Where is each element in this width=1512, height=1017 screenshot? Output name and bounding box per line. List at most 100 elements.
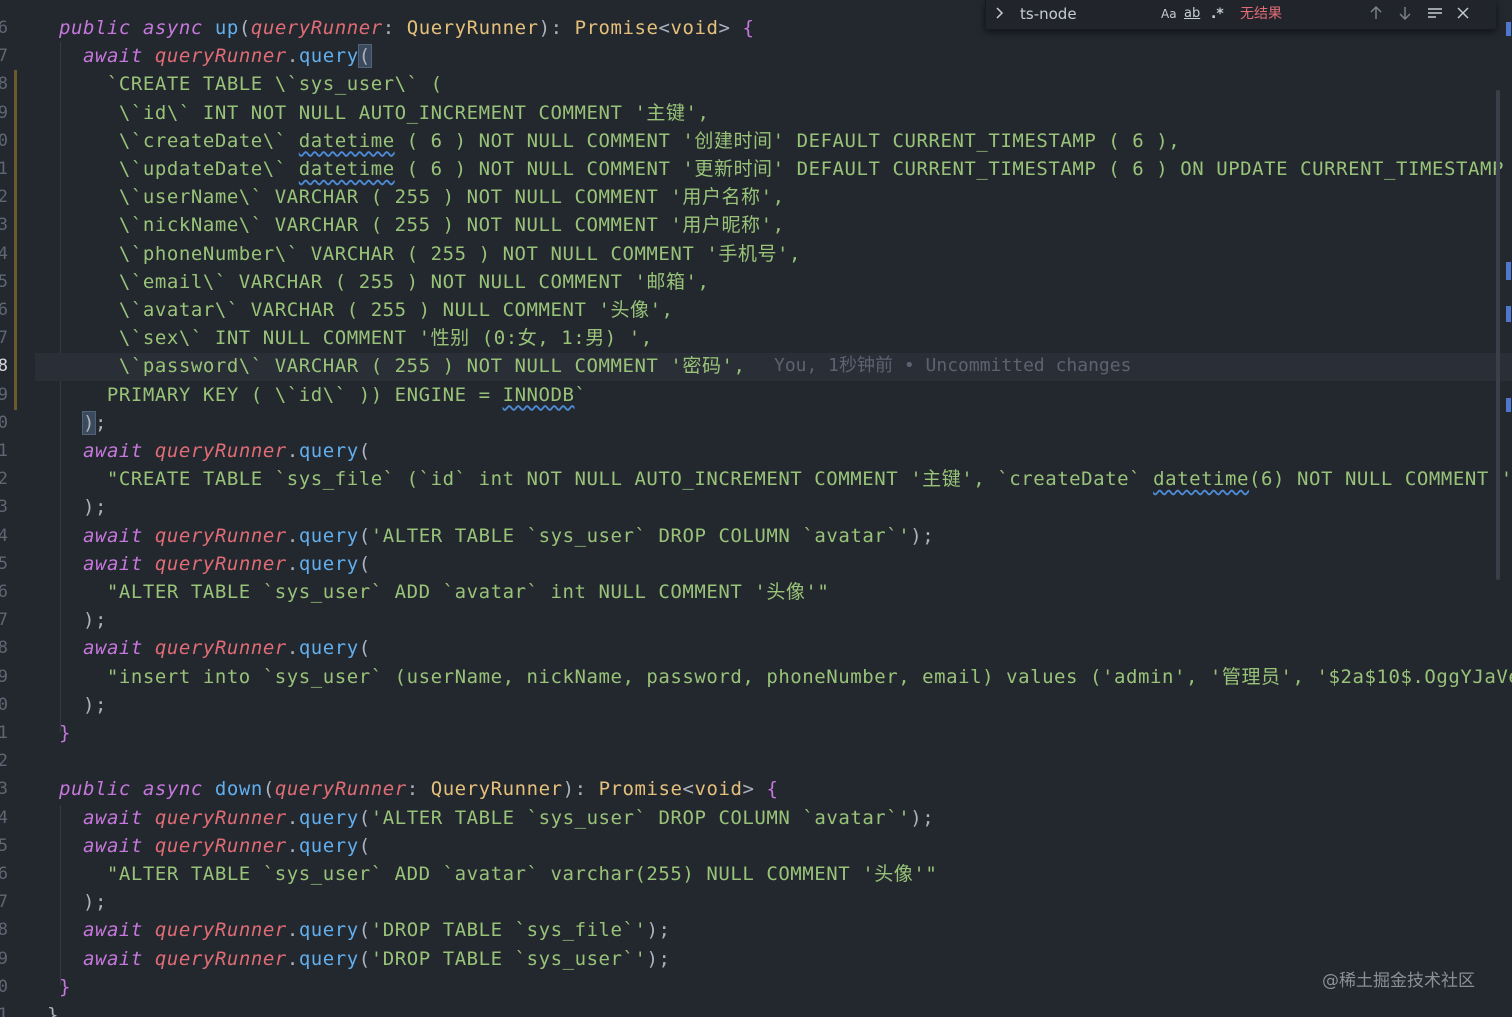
code-token: ( bbox=[358, 524, 371, 547]
code-line[interactable]: \`userName\` VARCHAR ( 255 ) NOT NULL CO… bbox=[35, 183, 785, 211]
find-widget: ts-node Aa ab .* 无结果 bbox=[985, 0, 1496, 30]
code-line[interactable]: "insert into `sys_user` (userName, nickN… bbox=[35, 663, 1512, 691]
code-token: "ALTER TABLE `sys_user` ADD `avatar` int… bbox=[35, 581, 830, 603]
code-token: ); bbox=[35, 609, 107, 632]
code-line[interactable]: `CREATE TABLE \`sys_user\` ( bbox=[35, 70, 443, 98]
overview-ruler-marker bbox=[1506, 262, 1511, 280]
code-line[interactable]: \`avatar\` VARCHAR ( 255 ) NULL COMMENT … bbox=[35, 296, 674, 324]
code-line[interactable]: } bbox=[35, 719, 71, 747]
code-token: queryRunner bbox=[154, 947, 287, 970]
code-line[interactable]: await queryRunner.query('DROP TABLE `sys… bbox=[35, 945, 671, 973]
code-token: queryRunner bbox=[154, 45, 287, 68]
code-line[interactable]: await queryRunner.query('ALTER TABLE `sy… bbox=[35, 804, 934, 832]
code-token: ( bbox=[358, 919, 371, 942]
code-token: ); bbox=[35, 496, 107, 519]
code-token: Promise bbox=[598, 778, 683, 801]
code-token: . bbox=[286, 806, 299, 829]
arrow-up-icon[interactable] bbox=[1369, 3, 1383, 29]
line-number: 2 bbox=[0, 187, 8, 208]
code-token: query bbox=[298, 552, 359, 575]
code-token: . bbox=[286, 834, 299, 857]
find-toggle-replace-icon[interactable] bbox=[994, 3, 1006, 29]
code-line[interactable]: } bbox=[35, 1001, 59, 1017]
line-number: 3 bbox=[0, 215, 8, 236]
code-token: "insert into `sys_user` (userName, nickN… bbox=[35, 665, 1512, 688]
code-token: ); bbox=[35, 693, 107, 716]
line-number: 7 bbox=[0, 328, 8, 349]
code-token: await bbox=[82, 834, 143, 857]
code-line[interactable]: "ALTER TABLE `sys_user` ADD `avatar` var… bbox=[35, 860, 937, 888]
code-token: QueryRunner bbox=[406, 17, 539, 39]
code-line[interactable]: public async up(queryRunner: QueryRunner… bbox=[35, 14, 754, 42]
code-token: { bbox=[742, 17, 755, 39]
code-line[interactable]: \`nickName\` VARCHAR ( 255 ) NOT NULL CO… bbox=[35, 211, 785, 239]
code-line[interactable]: "CREATE TABLE `sys_file` (`id` int NOT N… bbox=[35, 465, 1512, 493]
code-editor[interactable]: 6 7 8 9 0 1 2 3 4 5 6 7 8 9 0 1 2 3 4 5 6 7 8 9 0 1 2 3 4 5 6 7 8 9 0 1 pub… bbox=[0, 0, 1512, 1017]
vertical-scrollbar[interactable] bbox=[1496, 90, 1500, 580]
code-line[interactable]: await queryRunner.query( bbox=[35, 42, 372, 70]
code-line[interactable]: \`updateDate\` datetime ( 6 ) NOT NULL C… bbox=[35, 155, 1512, 183]
code-line[interactable]: await queryRunner.query( bbox=[35, 832, 371, 860]
code-token: \`nickName\` VARCHAR ( 255 ) NOT NULL CO… bbox=[35, 214, 785, 237]
whole-word-toggle[interactable]: ab bbox=[1184, 4, 1200, 24]
overview-ruler-marker bbox=[1506, 306, 1511, 322]
code-token: 'DROP TABLE `sys_file`' bbox=[370, 919, 647, 942]
code-line[interactable]: PRIMARY KEY ( \`id\` )) ENGINE = INNODB` bbox=[35, 381, 587, 409]
code-line[interactable]: \`createDate\` datetime ( 6 ) NOT NULL C… bbox=[35, 127, 1180, 155]
close-icon[interactable] bbox=[1456, 3, 1470, 29]
code-line[interactable]: \`password\` VARCHAR ( 255 ) NOT NULL CO… bbox=[35, 352, 745, 380]
code-line[interactable]: await queryRunner.query( bbox=[35, 634, 371, 662]
code-line[interactable]: "ALTER TABLE `sys_user` ADD `avatar` int… bbox=[35, 578, 829, 606]
find-input[interactable]: ts-node bbox=[1020, 4, 1077, 24]
code-token: . bbox=[286, 45, 299, 68]
code-line[interactable]: ); bbox=[35, 606, 107, 634]
match-case-toggle[interactable]: Aa bbox=[1161, 4, 1177, 24]
code-token: < bbox=[682, 778, 695, 801]
find-in-selection-icon[interactable] bbox=[1426, 3, 1444, 29]
git-modified-indicator[interactable] bbox=[14, 70, 17, 410]
code-token: . bbox=[286, 919, 299, 942]
code-token: ); bbox=[646, 947, 671, 970]
line-number: 1 bbox=[0, 1005, 8, 1017]
code-line[interactable]: await queryRunner.query('DROP TABLE `sys… bbox=[35, 916, 671, 944]
code-line[interactable]: \`email\` VARCHAR ( 255 ) NOT NULL COMME… bbox=[35, 268, 710, 296]
code-line[interactable]: ); bbox=[35, 493, 107, 521]
line-number: 6 bbox=[0, 300, 8, 320]
code-token: query bbox=[298, 637, 359, 660]
code-line[interactable]: } bbox=[35, 973, 71, 1001]
code-line[interactable]: ); bbox=[35, 409, 107, 437]
code-token: await bbox=[82, 637, 143, 660]
code-token: ( bbox=[358, 947, 371, 970]
code-token: 'ALTER TABLE `sys_user` DROP COLUMN `ava… bbox=[370, 806, 911, 829]
code-token: . bbox=[286, 637, 299, 660]
line-number: 9 bbox=[0, 948, 8, 969]
line-number: 1 bbox=[0, 723, 8, 743]
line-number: 1 bbox=[0, 441, 8, 461]
arrow-down-icon[interactable] bbox=[1398, 3, 1412, 29]
code-token: datetime bbox=[298, 129, 395, 152]
code-line[interactable]: \`sex\` INT NULL COMMENT '性别 (0:女, 1:男) … bbox=[35, 324, 653, 352]
code-token: \`sex\` INT NULL COMMENT '性别 (0:女, 1:男) … bbox=[35, 327, 653, 350]
regex-toggle[interactable]: .* bbox=[1211, 4, 1224, 24]
code-token: up bbox=[214, 17, 239, 39]
code-line[interactable]: await queryRunner.query( bbox=[35, 437, 371, 465]
code-line[interactable]: ); bbox=[35, 888, 107, 916]
code-token: ); bbox=[35, 891, 107, 914]
code-token: ( 6 ) NOT NULL COMMENT '创建时间' DEFAULT CU… bbox=[394, 129, 1181, 152]
code-line[interactable]: public async down(queryRunner: QueryRunn… bbox=[35, 775, 778, 803]
line-number: 8 bbox=[0, 638, 8, 659]
code-line[interactable]: ); bbox=[35, 691, 107, 719]
code-line[interactable]: \`id\` INT NOT NULL AUTO_INCREMENT COMME… bbox=[35, 99, 710, 127]
code-token: await bbox=[82, 919, 143, 942]
code-token: 'DROP TABLE `sys_user`' bbox=[370, 947, 647, 970]
code-line[interactable]: \`phoneNumber\` VARCHAR ( 255 ) NOT NULL… bbox=[35, 240, 801, 268]
code-line[interactable]: await queryRunner.query( bbox=[35, 550, 371, 578]
code-line[interactable]: await queryRunner.query('ALTER TABLE `sy… bbox=[35, 522, 934, 550]
